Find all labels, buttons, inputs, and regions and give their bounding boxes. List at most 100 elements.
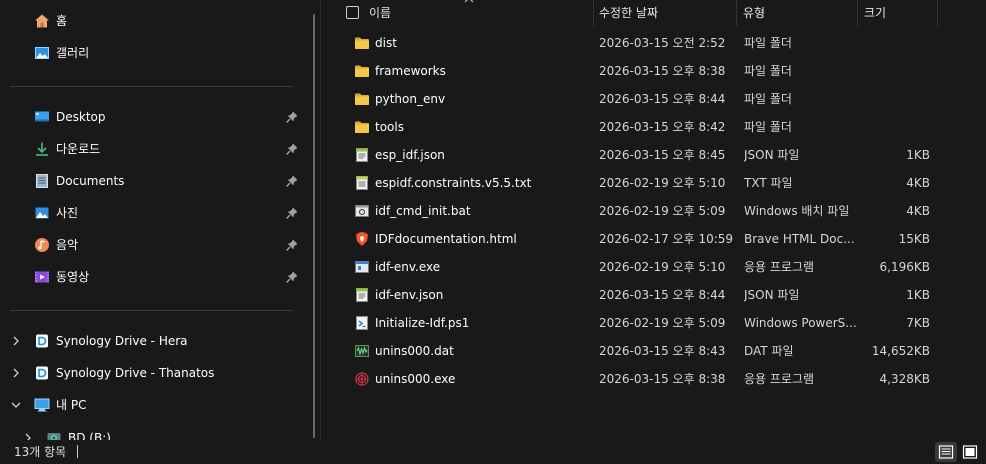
file-row[interactable]: idf_cmd_init.bat 2026-02-19 오후 5:09 Wind… [321,197,986,225]
pin-icon[interactable] [285,270,299,284]
column-divider[interactable] [857,0,858,26]
details-view-icon [938,445,954,459]
file-type: 응용 프로그램 [744,372,815,386]
pin-icon[interactable] [285,206,299,220]
navigation-scrollbar[interactable] [308,0,320,440]
file-date: 2026-02-19 오후 5:10 [599,176,726,190]
pin-icon[interactable] [285,110,299,124]
sidebar-item-music[interactable]: 음악 [0,231,308,259]
file-row[interactable]: IDFdocumentation.html 2026-02-17 오후 10:5… [321,225,986,253]
column-divider[interactable] [593,0,594,26]
file-row[interactable]: dist 2026-03-15 오전 2:52 파일 폴더 [321,29,986,57]
file-size: 15KB [898,232,930,246]
file-row[interactable]: unins000.exe 2026-03-15 오후 8:38 응용 프로그램 … [321,365,986,393]
chevron-right-icon[interactable] [22,432,34,440]
file-date: 2026-03-15 오전 2:52 [599,36,726,50]
file-name: unins000.exe [375,372,456,386]
scrollbar-thumb[interactable] [313,14,315,438]
file-size: 7KB [906,316,930,330]
file-type: TXT 파일 [744,176,793,190]
file-row[interactable]: idf-env.exe 2026-02-19 오후 5:10 응용 프로그램 6… [321,253,986,281]
sidebar-item-videos[interactable]: 동영상 [0,263,308,291]
navigation-pane: 홈 갤러리 Desktop 다운로드 Documents 사진 음악 동영상 S… [0,0,308,440]
pin-icon[interactable] [285,238,299,252]
file-name: idf-env.json [375,288,444,302]
sidebar-item-synology-thanatos[interactable]: Synology Drive - Thanatos [0,359,308,387]
sidebar-item-bd-drive[interactable]: BD (B:) [12,424,308,440]
txt-file-icon [354,175,370,191]
home-icon [35,14,49,28]
file-row[interactable]: unins000.dat 2026-03-15 오후 8:43 DAT 파일 1… [321,337,986,365]
file-name: tools [375,120,404,134]
pictures-icon [35,207,49,219]
select-all-checkbox[interactable] [346,6,359,19]
sidebar-item-label: 홈 [56,14,68,28]
pin-icon[interactable] [285,142,299,156]
file-name: python_env [375,92,446,106]
sidebar-item-synology-hera[interactable]: Synology Drive - Hera [0,327,308,355]
file-date: 2026-02-19 오후 5:09 [599,316,726,330]
documents-icon [36,174,48,188]
thumbnail-view-icon [962,445,978,459]
file-type: DAT 파일 [744,344,794,358]
sidebar-item-pictures[interactable]: 사진 [0,199,308,227]
file-type: 파일 폴더 [744,64,792,78]
file-type: JSON 파일 [744,148,800,162]
file-name: frameworks [375,64,446,78]
column-header-type[interactable]: 유형 [743,0,765,26]
synology-drive-icon [36,366,48,380]
file-date: 2026-02-19 오후 5:10 [599,260,726,274]
status-separator [77,445,78,458]
chevron-right-icon[interactable] [10,367,22,379]
file-name: espidf.constraints.v5.5.txt [375,176,532,190]
file-size: 6,196KB [879,260,930,274]
file-date: 2026-03-15 오후 8:38 [599,372,726,386]
file-row[interactable]: python_env 2026-03-15 오후 8:44 파일 폴더 [321,85,986,113]
file-row[interactable]: idf-env.json 2026-03-15 오후 8:44 JSON 파일 … [321,281,986,309]
file-type: 파일 폴더 [744,120,792,134]
file-name: Initialize-Idf.ps1 [375,316,470,330]
column-divider[interactable] [937,0,938,26]
dat-file-icon [354,343,370,359]
file-row[interactable]: frameworks 2026-03-15 오후 8:38 파일 폴더 [321,57,986,85]
column-divider[interactable] [736,0,737,26]
ps1-file-icon [354,315,370,331]
sidebar-item-home[interactable]: 홈 [0,7,308,35]
sidebar-item-downloads[interactable]: 다운로드 [0,135,308,163]
this-pc-icon [34,398,50,412]
sidebar-item-gallery[interactable]: 갤러리 [0,39,308,67]
sidebar-item-desktop[interactable]: Desktop [0,103,308,131]
file-date: 2026-02-19 오후 5:09 [599,204,726,218]
file-type: 파일 폴더 [744,92,792,106]
file-date: 2026-03-15 오후 8:45 [599,148,726,162]
divider [10,310,293,311]
column-header-date[interactable]: 수정한 날짜 [599,0,658,26]
sidebar-item-this-pc[interactable]: 내 PC [0,391,308,419]
file-row[interactable]: espidf.constraints.v5.5.txt 2026-02-19 오… [321,169,986,197]
file-row[interactable]: tools 2026-03-15 오후 8:42 파일 폴더 [321,113,986,141]
details-view-button[interactable] [935,442,957,462]
folder-icon [354,91,370,107]
thumbnail-view-button[interactable] [959,442,981,462]
file-row[interactable]: esp_idf.json 2026-03-15 오후 8:45 JSON 파일 … [321,141,986,169]
pin-icon[interactable] [285,174,299,188]
column-header-name[interactable]: 이름 [369,0,391,26]
sidebar-item-label: 갤러리 [56,46,90,60]
sidebar-item-label: 음악 [56,238,79,252]
sidebar-item-label: 동영상 [56,270,90,284]
file-size: 4KB [906,204,930,218]
file-type: Windows 배치 파일 [744,204,850,218]
chevron-down-icon[interactable] [10,399,22,411]
bat-file-icon [354,203,370,219]
file-name: esp_idf.json [375,148,445,162]
chevron-right-icon[interactable] [10,335,22,347]
column-header-size[interactable]: 크기 [864,0,886,26]
synology-drive-icon [36,334,48,348]
sidebar-item-documents[interactable]: Documents [0,167,308,195]
sidebar-item-label: Desktop [56,110,106,124]
file-type: Brave HTML Doc... [744,232,855,246]
file-date: 2026-03-15 오후 8:38 [599,64,726,78]
file-row[interactable]: Initialize-Idf.ps1 2026-02-19 오후 5:09 Wi… [321,309,986,337]
videos-icon [35,271,49,283]
folder-icon [354,63,370,79]
